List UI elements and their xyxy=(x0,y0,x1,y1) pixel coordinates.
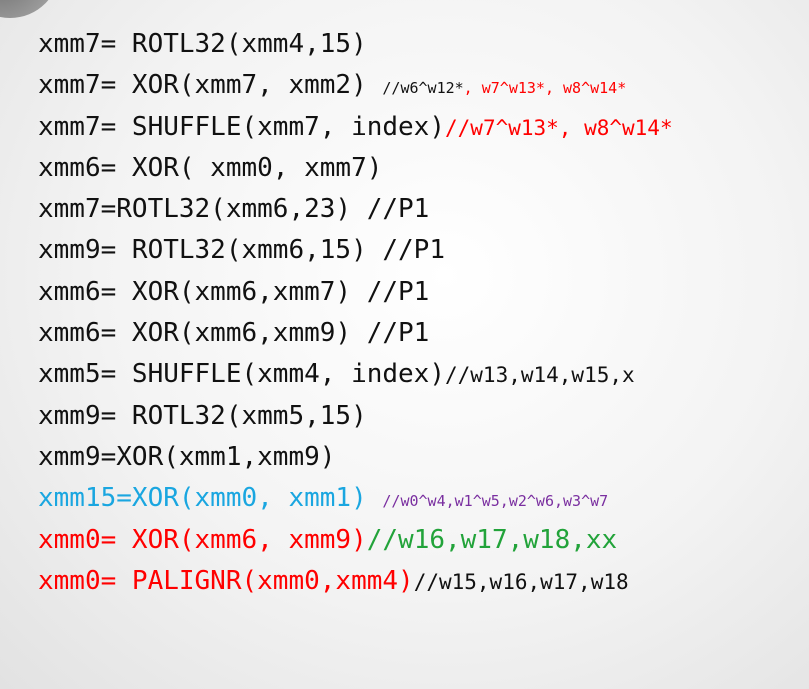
code-comment: //w6^w12*, w7^w13*, w8^w14* xyxy=(382,79,626,97)
code-line-14: xmm0= PALIGNR(xmm0,xmm4)//w15,w16,w17,w1… xyxy=(38,561,809,602)
code-line-5: xmm7=ROTL32(xmm6,23) //P1 xyxy=(38,189,809,230)
comment-prefix: //w6^w12* xyxy=(382,79,464,98)
code-line-13: xmm0= XOR(xmm6, xmm9)//w16,w17,w18,xx xyxy=(38,520,809,561)
code-text: xmm7= SHUFFLE(xmm7, index) xyxy=(38,111,445,142)
code-text: xmm6= XOR(xmm6,xmm9) //P1 xyxy=(38,318,430,349)
code-comment: //w16,w17,w18,xx xyxy=(366,524,618,555)
code-text: xmm9= ROTL32(xmm6,15) //P1 xyxy=(38,235,445,266)
comment-prefix: // xyxy=(445,115,471,140)
code-text: xmm15=XOR(xmm0, xmm1) xyxy=(38,483,367,514)
code-listing: xmm7= ROTL32(xmm4,15) xmm7= XOR(xmm7, xm… xyxy=(38,24,809,602)
code-comment: //w15,w16,w17,w18 xyxy=(413,569,629,594)
code-text: xmm0= XOR(xmm6, xmm9) xyxy=(38,524,367,555)
code-line-2: xmm7= XOR(xmm7, xmm2) //w6^w12*, w7^w13*… xyxy=(38,65,809,106)
code-line-6: xmm9= ROTL32(xmm6,15) //P1 xyxy=(38,230,809,271)
code-line-3: xmm7= SHUFFLE(xmm7, index)//w7^w13*, w8^… xyxy=(38,107,809,148)
code-text: xmm0= PALIGNR(xmm0,xmm4) xyxy=(38,565,414,596)
code-comment: //w7^w13*, w8^w14* xyxy=(445,116,673,140)
code-text: xmm7=ROTL32(xmm6,23) //P1 xyxy=(38,194,430,225)
comment-highlight: , w7^w13*, w8^w14* xyxy=(463,79,627,98)
code-line-7: xmm6= XOR(xmm6,xmm7) //P1 xyxy=(38,272,809,313)
code-text: xmm5= SHUFFLE(xmm4, index) xyxy=(38,359,445,390)
code-text: xmm6= XOR(xmm6,xmm7) //P1 xyxy=(38,276,430,307)
code-text: xmm9= ROTL32(xmm5,15) xyxy=(38,400,367,431)
corner-decoration xyxy=(0,0,60,18)
code-text: xmm7= ROTL32(xmm4,15) xyxy=(38,29,367,59)
code-comment: //w13,w14,w15,x xyxy=(445,363,635,388)
code-line-12: xmm15=XOR(xmm0, xmm1) //w0^w4,w1^w5,w2^w… xyxy=(38,478,809,519)
code-line-4: xmm6= XOR( xmm0, xmm7) xyxy=(38,148,809,189)
code-line-11: xmm9=XOR(xmm1,xmm9) xyxy=(38,437,809,478)
comment-highlight: w7^w13*, w8^w14* xyxy=(470,115,673,140)
code-text: xmm9=XOR(xmm1,xmm9) xyxy=(38,441,336,472)
code-text: xmm6= XOR( xmm0, xmm7) xyxy=(38,152,383,183)
code-comment: //w0^w4,w1^w5,w2^w6,w3^w7 xyxy=(382,492,609,511)
code-line-10: xmm9= ROTL32(xmm5,15) xyxy=(38,396,809,437)
code-line-8: xmm6= XOR(xmm6,xmm9) //P1 xyxy=(38,313,809,354)
code-line-1: xmm7= ROTL32(xmm4,15) xyxy=(38,24,809,65)
code-text: xmm7= XOR(xmm7, xmm2) xyxy=(38,70,367,101)
code-line-9: xmm5= SHUFFLE(xmm4, index)//w13,w14,w15,… xyxy=(38,354,809,395)
